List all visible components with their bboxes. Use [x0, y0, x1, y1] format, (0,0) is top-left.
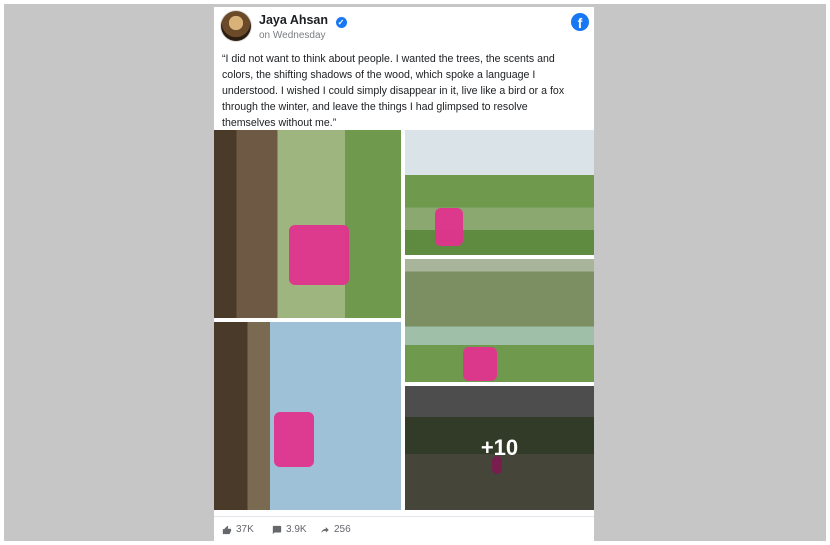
photo-4[interactable]: [214, 322, 401, 510]
post-header: Jaya Ahsan ✓ on Wednesday f: [221, 11, 589, 47]
photo-3-person: [463, 347, 497, 381]
photo-2[interactable]: [405, 130, 594, 255]
photo-2-person: [435, 208, 463, 246]
likes-count: 37K: [236, 524, 254, 535]
facebook-icon[interactable]: f: [571, 13, 589, 31]
more-photos-count: +10: [480, 435, 519, 460]
photo-grid: +10: [214, 130, 594, 510]
photo-3[interactable]: [405, 259, 594, 382]
photo-4-person: [274, 412, 314, 467]
thumbs-up-icon: [222, 525, 232, 534]
likes-stat[interactable]: 37K: [222, 524, 254, 535]
share-icon: [321, 526, 329, 533]
comments-count: 3.9K: [286, 524, 307, 535]
verified-badge-icon: ✓: [335, 17, 347, 28]
author-avatar[interactable]: [221, 11, 251, 41]
post-stats: 37K 3.9K 256: [222, 524, 586, 540]
stats-divider: [214, 516, 594, 517]
author-name[interactable]: Jaya Ahsan ✓: [259, 13, 347, 28]
screenshot-frame: Jaya Ahsan ✓ on Wednesday f “I did not w…: [4, 4, 826, 541]
photo-1-person: [289, 225, 349, 285]
author-name-text[interactable]: Jaya Ahsan: [259, 13, 328, 27]
comments-stat[interactable]: 3.9K: [272, 524, 307, 535]
post-text: “I did not want to think about people. I…: [222, 53, 565, 129]
shares-stat[interactable]: 256: [320, 524, 351, 535]
post-time[interactable]: on Wednesday: [259, 30, 326, 41]
comment-icon: [272, 525, 282, 534]
photo-1[interactable]: [214, 130, 401, 318]
shares-count: 256: [334, 524, 351, 535]
facebook-post-card: Jaya Ahsan ✓ on Wednesday f “I did not w…: [214, 7, 594, 541]
photo-5-more[interactable]: +10: [405, 386, 594, 510]
